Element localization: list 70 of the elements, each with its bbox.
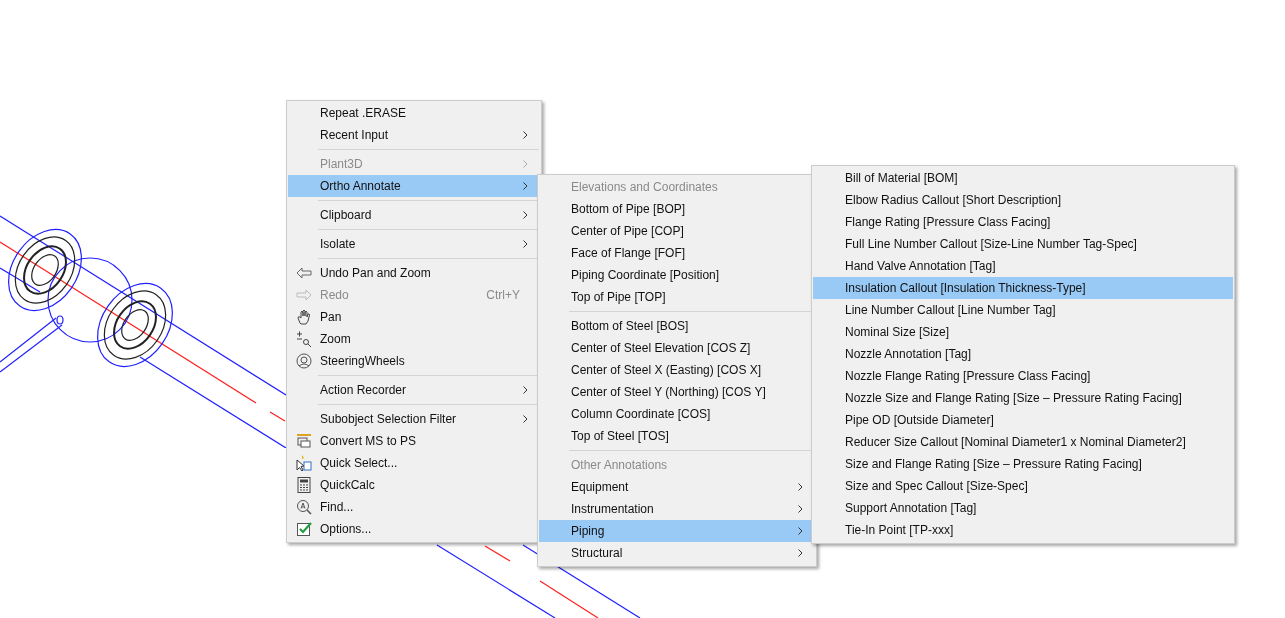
menu-item[interactable]: Hand Valve Annotation [Tag] <box>813 255 1233 277</box>
menu-item[interactable]: Action Recorder <box>288 379 540 401</box>
menu-item[interactable]: Options... <box>288 518 540 540</box>
chevron-icon <box>523 131 528 139</box>
menu-item[interactable]: Nominal Size [Size] <box>813 321 1233 343</box>
menu-item[interactable]: Ortho Annotate <box>288 175 540 197</box>
menu-item[interactable]: Bottom of Steel [BOS] <box>539 315 815 337</box>
menu-item[interactable]: Elbow Radius Callout [Short Description] <box>813 189 1233 211</box>
checkbox-icon <box>296 521 312 537</box>
menu-item[interactable]: Instrumentation <box>539 498 815 520</box>
menu-item[interactable]: Zoom <box>288 328 540 350</box>
menu-item[interactable]: Support Annotation [Tag] <box>813 497 1233 519</box>
menu-item[interactable]: Undo Pan and Zoom <box>288 262 540 284</box>
menu-item[interactable]: Center of Steel Elevation [COS Z] <box>539 337 815 359</box>
search-icon <box>296 499 312 515</box>
convert-icon <box>296 433 312 449</box>
menu-item[interactable]: Convert MS to PS <box>288 430 540 452</box>
section-header: Elevations and Coordinates <box>570 179 719 196</box>
menu-item[interactable]: Size and Spec Callout [Size-Spec] <box>813 475 1233 497</box>
menu-item[interactable]: Bill of Material [BOM] <box>813 167 1233 189</box>
chevron-icon <box>798 549 803 557</box>
menu-item[interactable]: Quick Select... <box>288 452 540 474</box>
menu-item[interactable]: Subobject Selection Filter <box>288 408 540 430</box>
menu-item[interactable]: Tie-In Point [TP-xxx] <box>813 519 1233 541</box>
chevron-icon <box>523 415 528 423</box>
menu-item[interactable]: Top of Steel [TOS] <box>539 425 815 447</box>
menu-item[interactable]: Bottom of Pipe [BOP] <box>539 198 815 220</box>
hand-icon <box>296 309 312 325</box>
menu-item[interactable]: Center of Steel X (Easting) [COS X] <box>539 359 815 381</box>
redo-arrow-icon <box>296 289 312 301</box>
chevron-icon <box>523 240 528 248</box>
menu-item[interactable]: Piping Coordinate [Position] <box>539 264 815 286</box>
chevron-icon <box>798 505 803 513</box>
menu-item[interactable]: Center of Steel Y (Northing) [COS Y] <box>539 381 815 403</box>
calculator-icon <box>297 477 311 493</box>
menu-item[interactable]: Size and Flange Rating [Size – Pressure Rating Facing] <box>813 453 1233 475</box>
chevron-icon <box>523 160 528 168</box>
menu-item[interactable]: Find... <box>288 496 540 518</box>
menu-item[interactable]: Full Line Number Callout [Size-Line Number Tag-Spec] <box>813 233 1233 255</box>
chevron-icon <box>523 386 528 394</box>
menu-item[interactable]: Pipe OD [Outside Diameter] <box>813 409 1233 431</box>
menu-item[interactable]: Top of Pipe [TOP] <box>539 286 815 308</box>
menu-item[interactable]: Nozzle Flange Rating [Pressure Class Facing] <box>813 365 1233 387</box>
cursor-list-icon <box>296 455 312 471</box>
menu-item[interactable]: Recent Input <box>288 124 540 146</box>
menu-item[interactable]: Clipboard <box>288 204 540 226</box>
chevron-icon <box>798 483 803 491</box>
chevron-icon <box>523 211 528 219</box>
zoom-icon <box>296 331 312 347</box>
menu-item[interactable]: QuickCalc <box>288 474 540 496</box>
menu-item[interactable]: Column Coordinate [COS] <box>539 403 815 425</box>
menu-item[interactable]: SteeringWheels <box>288 350 540 372</box>
steering-wheel-icon <box>296 353 312 369</box>
menu-item[interactable]: Line Number Callout [Line Number Tag] <box>813 299 1233 321</box>
chevron-icon <box>523 182 528 190</box>
menu-item[interactable]: Pan <box>288 306 540 328</box>
menu-item[interactable]: Center of Pipe [COP] <box>539 220 815 242</box>
menu-item[interactable]: Structural <box>539 542 815 564</box>
undo-arrow-icon <box>296 267 312 279</box>
menu-item[interactable]: Nozzle Annotation [Tag] <box>813 343 1233 365</box>
menu-item[interactable]: Insulation Callout [Insulation Thickness-Type] <box>813 277 1233 299</box>
menu-item[interactable]: Nozzle Size and Flange Rating [Size – Pressure Rating Facing] <box>813 387 1233 409</box>
menu-item[interactable]: Reducer Size Callout [Nominal Diameter1 x Nominal Diameter2] <box>813 431 1233 453</box>
section-header: Other Annotations <box>570 457 669 474</box>
menu-item[interactable]: Face of Flange [FOF] <box>539 242 815 264</box>
menu-item[interactable]: Isolate <box>288 233 540 255</box>
menu-item[interactable]: Repeat .ERASE <box>288 102 540 124</box>
chevron-icon <box>798 527 803 535</box>
menu-item[interactable]: Equipment <box>539 476 815 498</box>
menu-item[interactable]: Flange Rating [Pressure Class Facing] <box>813 211 1233 233</box>
